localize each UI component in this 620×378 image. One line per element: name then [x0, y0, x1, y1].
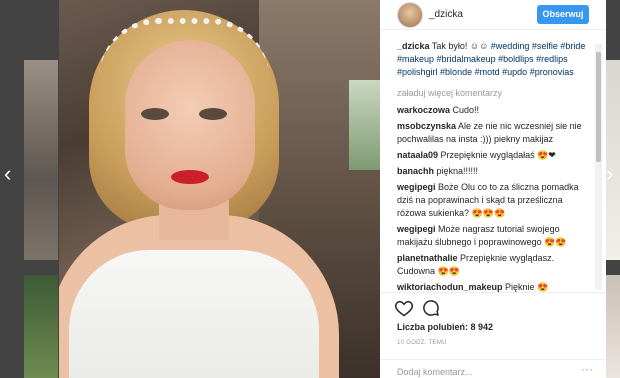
comment-item: nataala09 Przepięknie wyglądałaś 😍❤ [397, 149, 588, 162]
comment-icon[interactable] [421, 298, 441, 318]
comment-username[interactable]: planetnathalie [397, 253, 458, 263]
scrollbar-thumb[interactable] [596, 52, 601, 162]
adjacent-post-thumbnail [24, 60, 58, 260]
photo-subject [99, 18, 269, 78]
post-actions: Liczba polubień: 8 942 10 GODZ. TEMU ··· [380, 292, 606, 378]
caption-username[interactable]: _dzicka [397, 41, 430, 51]
hashtag-link[interactable]: #pronovias [530, 67, 574, 77]
comment-item: msobczynska Ale ze nie nic wczesniej sie… [397, 120, 588, 146]
hashtag-link[interactable]: #makeup [397, 54, 434, 64]
comment-text: Przepięknie wyglądałaś 😍❤ [438, 150, 556, 160]
comments-list: _dzicka Tak było! ☺☺ #wedding #selfie #b… [380, 40, 606, 292]
hashtag-link[interactable]: #redlips [536, 54, 568, 64]
hashtag-link[interactable]: #updo [502, 67, 527, 77]
post-photo[interactable] [59, 0, 380, 378]
post-modal: _dzicka Obserwuj _dzicka Tak było! ☺☺ #w… [59, 0, 606, 378]
comment-items: warkoczowa Cudo!! msobczynska Ale ze nie … [397, 104, 588, 292]
comment-item: planetnathalie Przepięknie wyglądasz. Cu… [397, 252, 588, 278]
hashtag-link[interactable]: #selfie [532, 41, 558, 51]
comments-scrollbar[interactable] [595, 44, 602, 290]
add-comment-bar: ··· [380, 359, 606, 378]
photo-subject [199, 108, 227, 120]
adjacent-post-thumbnail [24, 275, 58, 378]
caption-text: Tak było! ☺☺ [431, 41, 489, 51]
hashtag-link[interactable]: #boldlips [498, 54, 534, 64]
comment-text: Pięknie 😍 [502, 282, 549, 292]
comment-username[interactable]: nataala09 [397, 150, 438, 160]
comment-username[interactable]: msobczynska [397, 121, 456, 131]
likes-label: Liczba polubień: [397, 322, 468, 332]
comment-item: wegipegi Może nagrasz tutorial swojego m… [397, 223, 588, 249]
post-caption: _dzicka Tak było! ☺☺ #wedding #selfie #b… [397, 40, 588, 79]
load-more-comments-link[interactable]: załaduj więcej komentarzy [397, 87, 588, 100]
hashtag-link[interactable]: #motd [475, 67, 500, 77]
hashtag-link[interactable]: #bride [560, 41, 585, 51]
comment-text: piękna!!!!!! [434, 166, 479, 176]
avatar[interactable] [397, 2, 423, 28]
comment-item: wegipegi Boże Olu co to za śliczna pomad… [397, 181, 588, 220]
comment-text: Cudo!! [450, 105, 480, 115]
chevron-right-icon[interactable]: › [606, 163, 613, 185]
more-options-icon[interactable]: ··· [581, 362, 593, 376]
comment-username[interactable]: wegipegi [397, 182, 436, 192]
photo-subject [141, 108, 169, 120]
adjacent-post-thumbnail [604, 60, 620, 260]
comment-username[interactable]: wegipegi [397, 224, 436, 234]
heart-icon[interactable] [394, 298, 414, 318]
comment-input[interactable] [397, 365, 567, 378]
post-header: _dzicka Obserwuj [380, 0, 606, 30]
likes-count[interactable]: Liczba polubień: 8 942 [397, 322, 493, 332]
hashtag-link[interactable]: #bridalmakeup [437, 54, 496, 64]
photo-subject [171, 170, 209, 184]
photo-subject [69, 250, 319, 378]
photo-background [349, 80, 380, 170]
post-username[interactable]: _dzicka [429, 9, 463, 20]
hashtag-link[interactable]: #polishgirl [397, 67, 438, 77]
follow-button[interactable]: Obserwuj [537, 5, 589, 24]
comment-username[interactable]: banachh [397, 166, 434, 176]
comment-username[interactable]: warkoczowa [397, 105, 450, 115]
adjacent-post-thumbnail [604, 275, 620, 378]
hashtag-link[interactable]: #blonde [440, 67, 472, 77]
hashtag-link[interactable]: #wedding [491, 41, 530, 51]
comment-item: warkoczowa Cudo!! [397, 104, 588, 117]
post-timestamp[interactable]: 10 GODZ. TEMU [397, 340, 447, 346]
likes-value: 8 942 [470, 322, 494, 332]
post-sidebar: _dzicka Obserwuj _dzicka Tak było! ☺☺ #w… [380, 0, 606, 378]
comment-item: wiktoriachodun_makeup Pięknie 😍 [397, 281, 588, 292]
comment-username[interactable]: wiktoriachodun_makeup [397, 282, 503, 292]
chevron-left-icon[interactable]: ‹ [4, 163, 11, 185]
comment-item: banachh piękna!!!!!! [397, 165, 588, 178]
